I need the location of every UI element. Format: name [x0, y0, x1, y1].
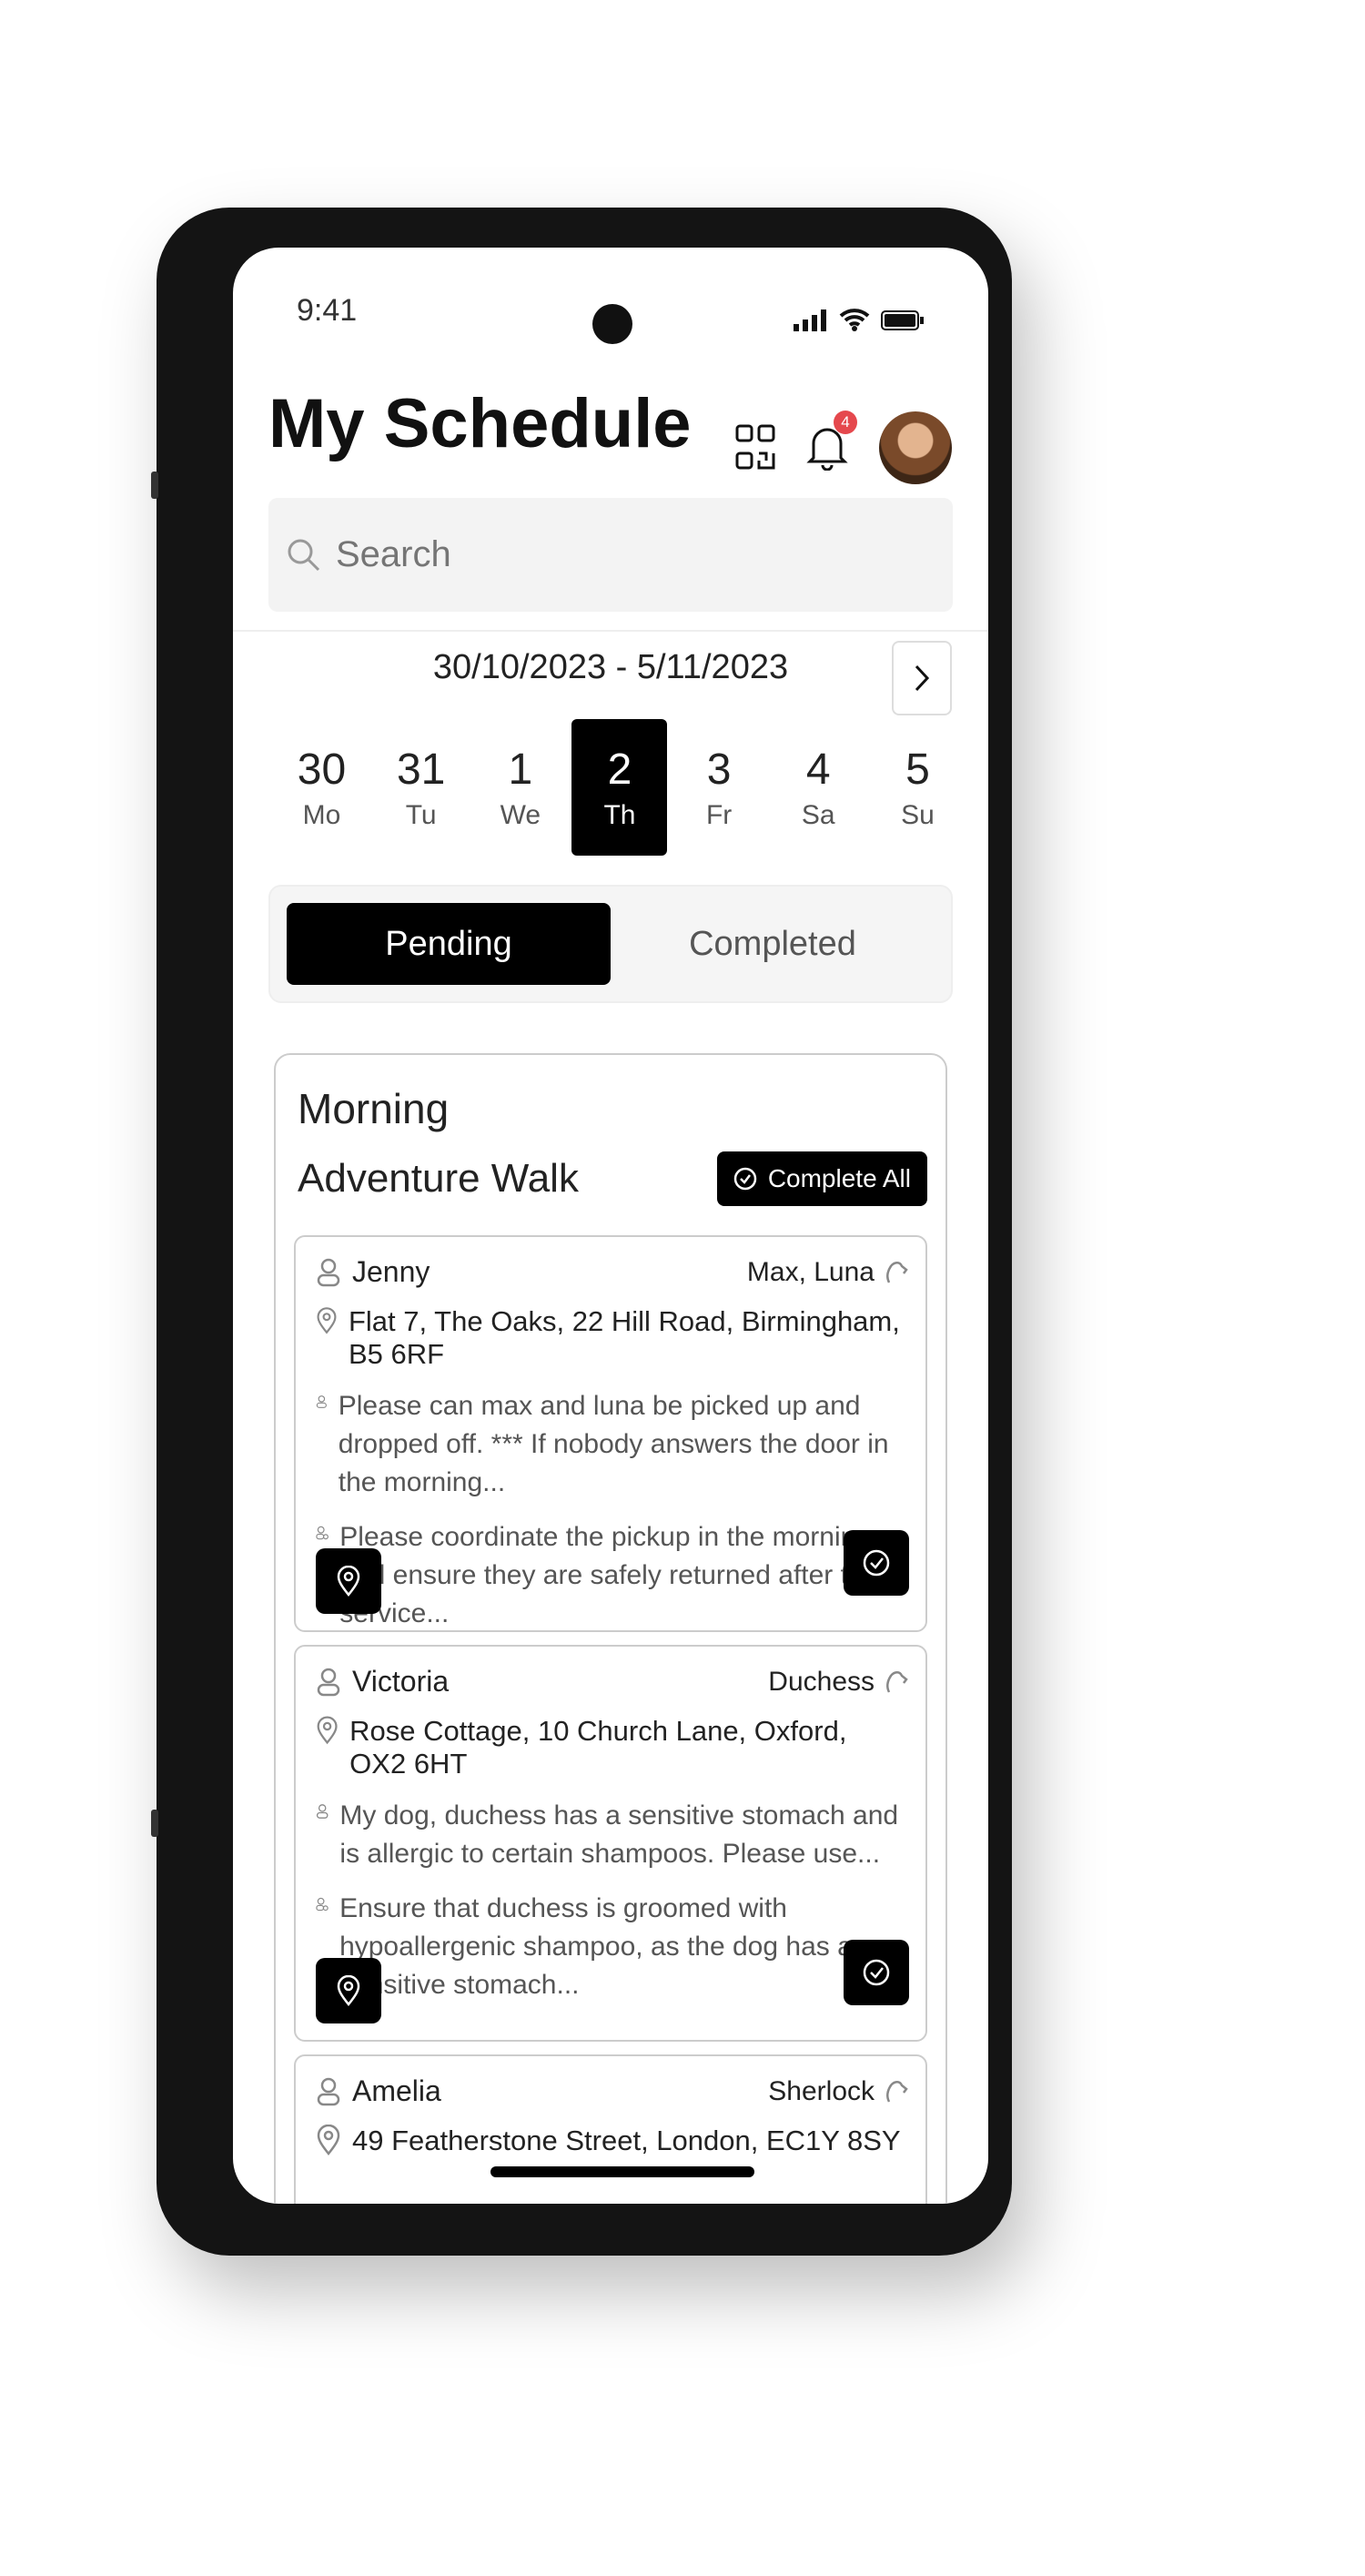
day-2[interactable]: 2 Th [571, 719, 668, 856]
page-title: My Schedule [268, 385, 692, 462]
day-number: 2 [607, 745, 632, 794]
day-picker: 30 Mo 31 Tu 1 We 2 Th 3 Fr 4 Sa 5 Su [274, 719, 966, 856]
location-pin-icon [317, 1307, 337, 1334]
check-circle-icon [863, 1959, 890, 1986]
day-number: 30 [297, 745, 347, 794]
client-name: Amelia [352, 2074, 441, 2107]
location-pin-icon [337, 1975, 360, 2006]
day-weekday: Mo [302, 799, 341, 830]
search-bar[interactable] [268, 498, 953, 612]
day-number: 4 [805, 745, 831, 794]
avatar[interactable] [879, 411, 952, 484]
client-name: Jenny [352, 1255, 430, 1288]
next-week-button[interactable] [892, 641, 952, 715]
client-note: Please can max and luna be picked up and… [338, 1391, 889, 1497]
staff-icon [316, 1897, 329, 1912]
pet-names: Sherlock [768, 2075, 875, 2106]
signal-icon [794, 309, 826, 331]
battery-icon [881, 310, 924, 330]
wifi-icon [839, 309, 870, 331]
side-button [151, 1810, 158, 1837]
day-1[interactable]: 1 We [472, 719, 568, 856]
location-pin-icon [337, 1566, 360, 1597]
pet-icon [886, 2080, 908, 2103]
day-4[interactable]: 4 Sa [771, 719, 866, 856]
complete-job-button[interactable] [844, 1940, 909, 2005]
pet-icon [886, 1261, 908, 1283]
user-icon [316, 1804, 329, 1819]
job-card[interactable]: Victoria Duchess Rose Cottage, 10 Church… [294, 1645, 927, 2042]
staff-note: Ensure that duchess is groomed with hypo… [339, 1893, 853, 2000]
day-weekday: Su [901, 799, 935, 830]
front-camera [592, 304, 632, 344]
chevron-right-icon [915, 664, 930, 692]
client-name: Victoria [352, 1665, 450, 1698]
job-card[interactable]: Amelia Sherlock 49 Featherstone Street, … [294, 2054, 927, 2204]
pet-icon [886, 1670, 908, 1693]
notification-badge: 4 [834, 410, 857, 434]
home-indicator[interactable] [490, 2166, 754, 2177]
status-tabs: Pending Completed [268, 885, 953, 1003]
side-button [151, 472, 158, 499]
address: Flat 7, The Oaks, 22 Hill Road, Birmingh… [348, 1305, 900, 1370]
client-note: My dog, duchess has a sensitive stomach … [339, 1800, 899, 1869]
status-time: 9:41 [297, 293, 358, 328]
day-weekday: Sa [801, 799, 835, 830]
complete-job-button[interactable] [844, 1530, 909, 1596]
tab-pending[interactable]: Pending [287, 903, 611, 985]
day-number: 31 [396, 745, 446, 794]
user-icon [317, 1668, 340, 1696]
day-number: 3 [706, 745, 732, 794]
complete-all-label: Complete All [767, 1164, 911, 1192]
job-card[interactable]: Jenny Max, Luna Flat 7, The Oaks, 22 Hil… [294, 1235, 927, 1632]
day-weekday: Fr [705, 799, 733, 830]
location-pin-icon [317, 2125, 340, 2155]
day-number: 1 [508, 745, 533, 794]
screen: 9:41 My Schedule 4 30/10/2023 - 5/11/202… [233, 248, 988, 2204]
period-title: Morning [298, 1085, 450, 1132]
day-weekday: Th [603, 799, 636, 830]
navigate-button[interactable] [316, 1548, 381, 1614]
service-name: Adventure Walk [298, 1156, 579, 1201]
search-input[interactable] [336, 534, 882, 575]
week-range: 30/10/2023 - 5/11/2023 [432, 648, 789, 686]
day-weekday: We [500, 799, 541, 830]
staff-note: Please coordinate the pickup in the morn… [339, 1522, 879, 1628]
user-icon [317, 1258, 340, 1286]
search-icon [288, 539, 320, 571]
tab-completed[interactable]: Completed [611, 903, 935, 985]
qr-code-icon[interactable] [735, 424, 775, 472]
check-circle-icon [863, 1549, 890, 1577]
address: Rose Cottage, 10 Church Lane, Oxford, OX… [349, 1715, 847, 1780]
pet-names: Duchess [768, 1666, 875, 1697]
user-icon [316, 1395, 327, 1408]
address: 49 Featherstone Street, London, EC1Y 8SY [352, 2125, 901, 2156]
location-pin-icon [317, 1716, 338, 1745]
user-icon [317, 2077, 340, 2105]
day-31[interactable]: 31 Tu [373, 719, 469, 856]
day-number: 5 [905, 745, 930, 794]
staff-icon [316, 1526, 329, 1540]
complete-all-button[interactable]: Complete All [716, 1151, 927, 1206]
status-bar: 9:41 [233, 248, 988, 357]
pet-names: Max, Luna [746, 1256, 875, 1287]
phone-frame: 9:41 My Schedule 4 30/10/2023 - 5/11/202… [151, 208, 1012, 2256]
notifications-button[interactable]: 4 [806, 410, 857, 475]
day-weekday: Tu [405, 799, 437, 830]
day-3[interactable]: 3 Fr [672, 719, 767, 856]
schedule-section: Morning Adventure Walk Complete All Jenn… [274, 1053, 947, 2204]
day-30[interactable]: 30 Mo [274, 719, 369, 856]
navigate-button[interactable] [316, 1958, 381, 2023]
check-circle-icon [733, 1167, 757, 1191]
day-5[interactable]: 5 Su [870, 719, 966, 856]
divider [233, 630, 988, 632]
